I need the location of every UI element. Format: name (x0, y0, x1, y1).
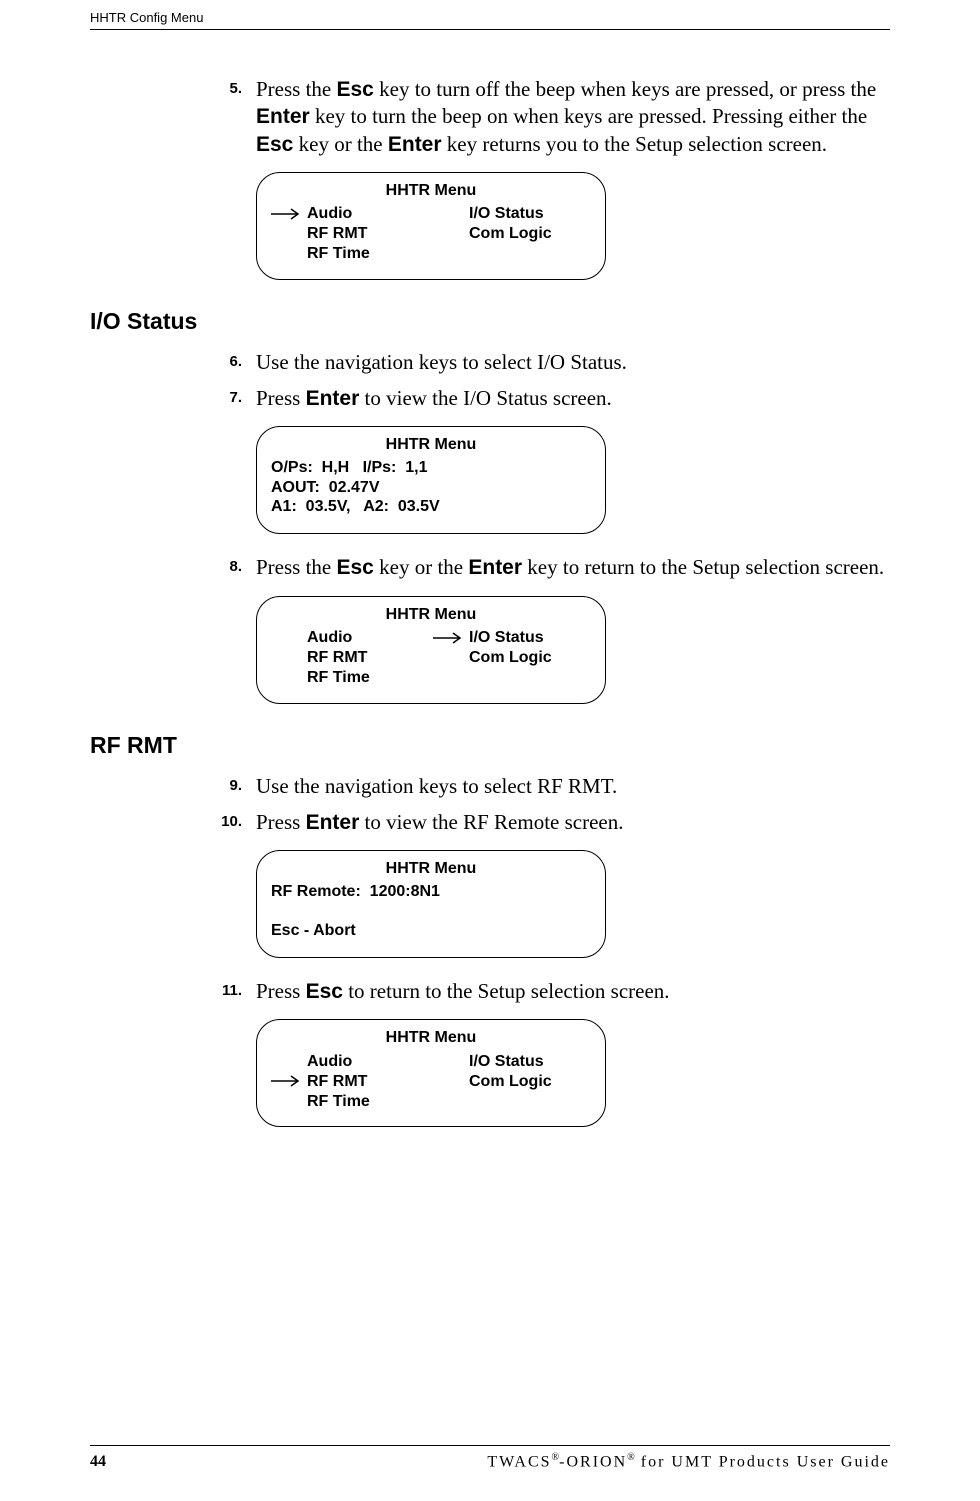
text-frag: Press (256, 386, 306, 410)
text-frag: key to return to the Setup selection scr… (522, 555, 884, 579)
lcd-title: HHTR Menu (271, 435, 591, 454)
lcd-screen-io-selected: HHTR Menu Audio RF RMT RF Time (256, 596, 606, 704)
lcd-item-com-logic: Com Logic (469, 648, 552, 667)
running-head: HHTR Config Menu (90, 10, 890, 25)
text-frag: key or the (293, 132, 387, 156)
step-number: 8. (196, 554, 256, 581)
lcd-item-io-status: I/O Status (469, 628, 544, 647)
step-number: 6. (196, 349, 256, 375)
text-frag: key returns you to the Setup selection s… (442, 132, 827, 156)
text-frag: Press the (256, 555, 337, 579)
lcd-item-io-status: I/O Status (469, 1052, 544, 1071)
page-footer: 44 TWACS®-ORION® for UMT Products User G… (0, 1445, 980, 1471)
step-number: 10. (196, 809, 256, 836)
text-frag: Press (256, 979, 306, 1003)
text-frag: key to turn the beep on when keys are pr… (310, 104, 868, 128)
step-10: 10. Press Enter to view the RF Remote sc… (196, 809, 890, 836)
step-5: 5. Press the Esc key to turn off the bee… (196, 76, 890, 158)
lcd-line-a1-a2: A1: 03.5V, A2: 03.5V (271, 497, 591, 516)
step-11: 11. Press Esc to return to the Setup sel… (196, 978, 890, 1005)
lcd-screen-io-status: HHTR Menu O/Ps: H,H I/Ps: 1,1 AOUT: 02.4… (256, 426, 606, 534)
key-enter: Enter (388, 133, 442, 156)
key-esc: Esc (256, 133, 293, 156)
text-frag: -ORION (559, 1453, 627, 1470)
step-text: Use the navigation keys to select RF RMT… (256, 773, 890, 799)
heading-rf-rmt: RF RMT (90, 732, 890, 759)
key-enter: Enter (256, 105, 310, 128)
arrow-right-icon (271, 208, 307, 220)
step-number: 11. (196, 978, 256, 1005)
footer-title: TWACS®-ORION® for UMT Products User Guid… (487, 1452, 890, 1471)
lcd-item-audio: Audio (307, 628, 352, 647)
text-frag: Press (256, 810, 306, 834)
heading-io-status: I/O Status (90, 308, 890, 335)
lcd-line-esc-abort: Esc - Abort (271, 921, 591, 940)
text-frag: TWACS (487, 1453, 551, 1470)
step-9: 9. Use the navigation keys to select RF … (196, 773, 890, 799)
lcd-item-rf-rmt: RF RMT (307, 1072, 367, 1091)
registered-icon: ® (627, 1452, 635, 1463)
step-text: Press Esc to return to the Setup selecti… (256, 978, 890, 1005)
step-number: 9. (196, 773, 256, 799)
step-number: 7. (196, 385, 256, 412)
step-6: 6. Use the navigation keys to select I/O… (196, 349, 890, 375)
lcd-item-rf-time: RF Time (307, 1092, 370, 1111)
step-number: 5. (196, 76, 256, 158)
lcd-screen-rfrmt-selected: HHTR Menu Audio RF RMT RF (256, 1019, 606, 1127)
step-text: Use the navigation keys to select I/O St… (256, 349, 890, 375)
footer-rule (90, 1445, 890, 1446)
page-number: 44 (90, 1453, 106, 1471)
text-frag: Press the (256, 77, 337, 101)
arrow-right-icon (271, 1075, 307, 1087)
key-esc: Esc (337, 556, 374, 579)
registered-icon: ® (552, 1452, 560, 1463)
lcd-title: HHTR Menu (271, 181, 591, 200)
step-text: Press Enter to view the I/O Status scree… (256, 385, 890, 412)
key-esc: Esc (337, 78, 374, 101)
lcd-title: HHTR Menu (271, 605, 591, 624)
key-enter: Enter (468, 556, 522, 579)
lcd-title: HHTR Menu (271, 859, 591, 878)
step-text: Press the Esc key to turn off the beep w… (256, 76, 890, 158)
text-frag: to return to the Setup selection screen. (343, 979, 670, 1003)
text-frag: key to turn off the beep when keys are p… (374, 77, 876, 101)
lcd-line-ops-ips: O/Ps: H,H I/Ps: 1,1 (271, 458, 591, 477)
header-rule (90, 29, 890, 30)
lcd-item-io-status: I/O Status (469, 204, 544, 223)
lcd-screen-audio-selected: HHTR Menu Audio RF RMT RF (256, 172, 606, 280)
lcd-line-aout: AOUT: 02.47V (271, 478, 591, 497)
lcd-title: HHTR Menu (271, 1028, 591, 1047)
lcd-line-rf-remote: RF Remote: 1200:8N1 (271, 882, 591, 901)
text-frag: to view the I/O Status screen. (359, 386, 612, 410)
key-enter: Enter (306, 811, 360, 834)
key-enter: Enter (306, 387, 360, 410)
step-text: Press Enter to view the RF Remote screen… (256, 809, 890, 836)
key-esc: Esc (306, 980, 343, 1003)
step-7: 7. Press Enter to view the I/O Status sc… (196, 385, 890, 412)
lcd-screen-rf-remote: HHTR Menu RF Remote: 1200:8N1 Esc - Abor… (256, 850, 606, 958)
lcd-item-rf-rmt: RF RMT (307, 224, 367, 243)
text-frag: key or the (374, 555, 468, 579)
lcd-item-com-logic: Com Logic (469, 224, 552, 243)
text-frag: to view the RF Remote screen. (359, 810, 623, 834)
lcd-item-rf-rmt: RF RMT (307, 648, 367, 667)
text-frag: for UMT Products User Guide (635, 1453, 890, 1470)
step-8: 8. Press the Esc key or the Enter key to… (196, 554, 890, 581)
lcd-item-audio: Audio (307, 1052, 352, 1071)
step-text: Press the Esc key or the Enter key to re… (256, 554, 890, 581)
lcd-item-rf-time: RF Time (307, 244, 370, 263)
lcd-item-com-logic: Com Logic (469, 1072, 552, 1091)
lcd-blank-line (271, 901, 591, 920)
lcd-item-audio: Audio (307, 204, 352, 223)
arrow-right-icon (433, 632, 469, 644)
lcd-item-rf-time: RF Time (307, 668, 370, 687)
